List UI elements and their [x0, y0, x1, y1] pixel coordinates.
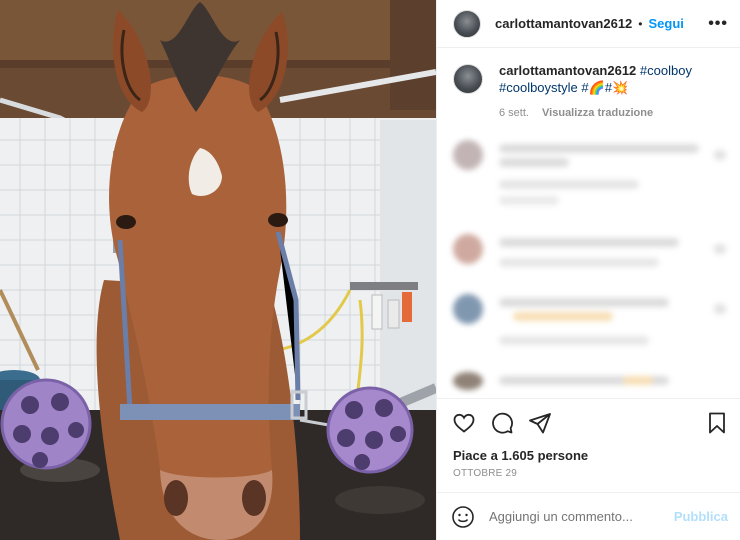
blurred-comment — [453, 140, 728, 210]
likes-count[interactable]: Piace a 1.605 persone — [437, 446, 740, 466]
horse-photo-image — [0, 0, 436, 540]
hashtag-emoji[interactable]: #🌈#💥 — [581, 80, 628, 95]
bookmark-icon[interactable] — [704, 410, 730, 436]
comment-composer: Pubblica — [437, 492, 740, 540]
share-icon[interactable] — [527, 410, 553, 436]
header-separator: • — [638, 16, 643, 31]
caption-body: carlottamantovan2612 #coolboy #coolboyst… — [499, 62, 724, 122]
publish-button[interactable]: Pubblica — [674, 509, 728, 524]
post-date[interactable]: OTTOBRE 29 — [437, 466, 740, 490]
action-bar — [437, 398, 740, 446]
translate-link[interactable]: Visualizza traduzione — [542, 107, 653, 119]
comments-list[interactable]: carlottamantovan2612 #coolboy #coolboyst… — [437, 48, 740, 398]
caption-username[interactable]: carlottamantovan2612 — [499, 63, 636, 78]
smiley-icon[interactable] — [451, 505, 475, 529]
post-side-panel: carlottamantovan2612 • Segui ••• carlott… — [436, 0, 740, 540]
more-options-icon[interactable]: ••• — [708, 15, 728, 33]
comment-icon[interactable] — [489, 410, 515, 436]
author-username[interactable]: carlottamantovan2612 — [495, 16, 632, 31]
post-header: carlottamantovan2612 • Segui ••• — [437, 0, 740, 48]
hashtag-coolboystyle[interactable]: #coolboystyle — [499, 80, 578, 95]
blurred-comment — [453, 234, 728, 274]
caption-meta: 6 sett. Visualizza traduzione — [499, 105, 724, 122]
post-photo[interactable] — [0, 0, 436, 540]
hashtag-coolboy[interactable]: #coolboy — [640, 63, 692, 78]
caption: carlottamantovan2612 #coolboy #coolboyst… — [453, 62, 724, 122]
author-avatar[interactable] — [453, 9, 481, 38]
blurred-comment — [453, 294, 728, 354]
blurred-comment — [453, 372, 728, 392]
instagram-post: carlottamantovan2612 • Segui ••• carlott… — [0, 0, 740, 540]
comment-input[interactable] — [489, 509, 674, 524]
heart-icon[interactable] — [451, 410, 477, 436]
follow-button[interactable]: Segui — [648, 16, 683, 31]
caption-time[interactable]: 6 sett. — [499, 107, 529, 119]
caption-avatar[interactable] — [453, 64, 483, 94]
